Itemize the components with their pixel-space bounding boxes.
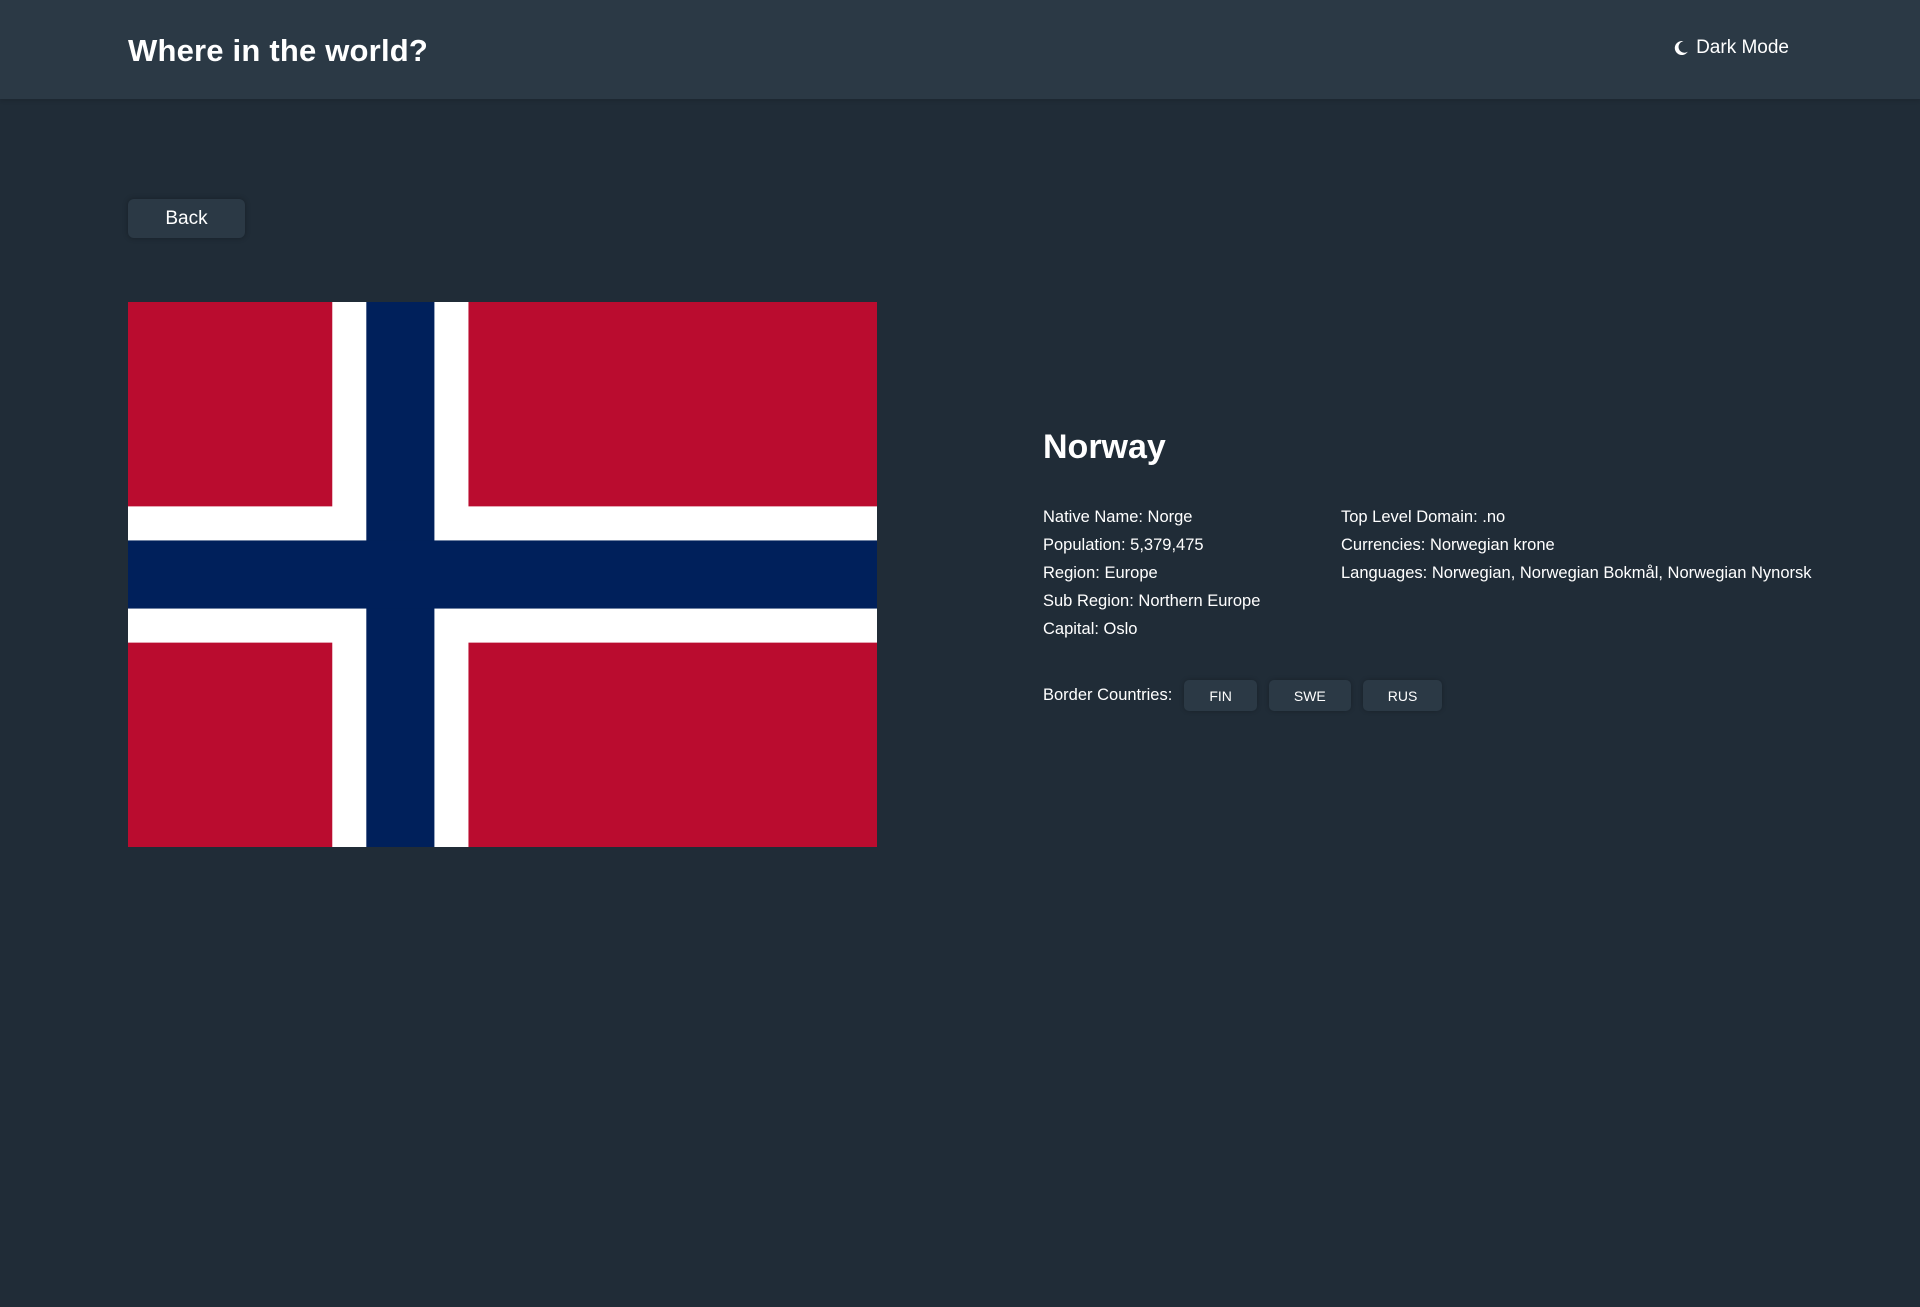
moon-icon <box>1673 40 1689 56</box>
info-label: Sub Region: <box>1043 592 1134 611</box>
info-label: Native Name: <box>1043 508 1143 527</box>
dark-mode-label: Dark Mode <box>1696 37 1789 58</box>
languages-line: Languages: Norwegian, Norwegian Bokmål, … <box>1341 559 1812 587</box>
region-value: Europe <box>1104 564 1158 583</box>
site-header: Where in the world? Dark Mode <box>0 0 1920 99</box>
country-info: Native Name: Norge Population: 5,379,475… <box>1043 503 1843 643</box>
info-column-left: Native Name: Norge Population: 5,379,475… <box>1043 503 1260 643</box>
population-value: 5,379,475 <box>1130 536 1204 555</box>
native-name-line: Native Name: Norge <box>1043 503 1260 531</box>
info-label: Currencies: <box>1341 536 1426 555</box>
native-name-value: Norge <box>1147 508 1193 527</box>
back-button[interactable]: Back <box>128 199 245 238</box>
border-country-swe-button[interactable]: SWE <box>1268 680 1351 711</box>
info-label: Population: <box>1043 536 1126 555</box>
norway-flag-image <box>128 302 877 847</box>
currencies-line: Currencies: Norwegian krone <box>1341 531 1812 559</box>
currencies-value: Norwegian krone <box>1429 536 1555 555</box>
top-level-domain-value: .no <box>1482 508 1506 527</box>
country-name: Norway <box>1043 428 1166 466</box>
top-level-domain-line: Top Level Domain: .no <box>1341 503 1812 531</box>
border-countries-label: Border Countries: <box>1043 686 1173 704</box>
info-label: Region: <box>1043 564 1100 583</box>
sub-region-line: Sub Region: Northern Europe <box>1043 587 1260 615</box>
languages-value: Norwegian, Norwegian Bokmål, Norwegian N… <box>1431 564 1812 583</box>
site-title: Where in the world? <box>128 33 429 68</box>
info-label: Top Level Domain: <box>1341 508 1478 527</box>
region-line: Region: Europe <box>1043 559 1260 587</box>
country-details: Norway Native Name: Norge Population: 5,… <box>1043 425 1843 711</box>
info-label: Capital: <box>1043 620 1099 639</box>
capital-line: Capital: Oslo <box>1043 615 1260 643</box>
dark-mode-toggle[interactable]: Dark Mode <box>1673 37 1789 59</box>
border-country-fin-button[interactable]: FIN <box>1184 680 1257 711</box>
sub-region-value: Northern Europe <box>1138 592 1261 611</box>
capital-value: Oslo <box>1103 620 1138 639</box>
info-label: Languages: <box>1341 564 1428 583</box>
info-column-right: Top Level Domain: .no Currencies: Norweg… <box>1341 503 1812 587</box>
population-line: Population: 5,379,475 <box>1043 531 1260 559</box>
border-country-rus-button[interactable]: RUS <box>1362 680 1443 711</box>
border-countries: Border Countries: FIN SWE RUS <box>1043 680 1454 711</box>
